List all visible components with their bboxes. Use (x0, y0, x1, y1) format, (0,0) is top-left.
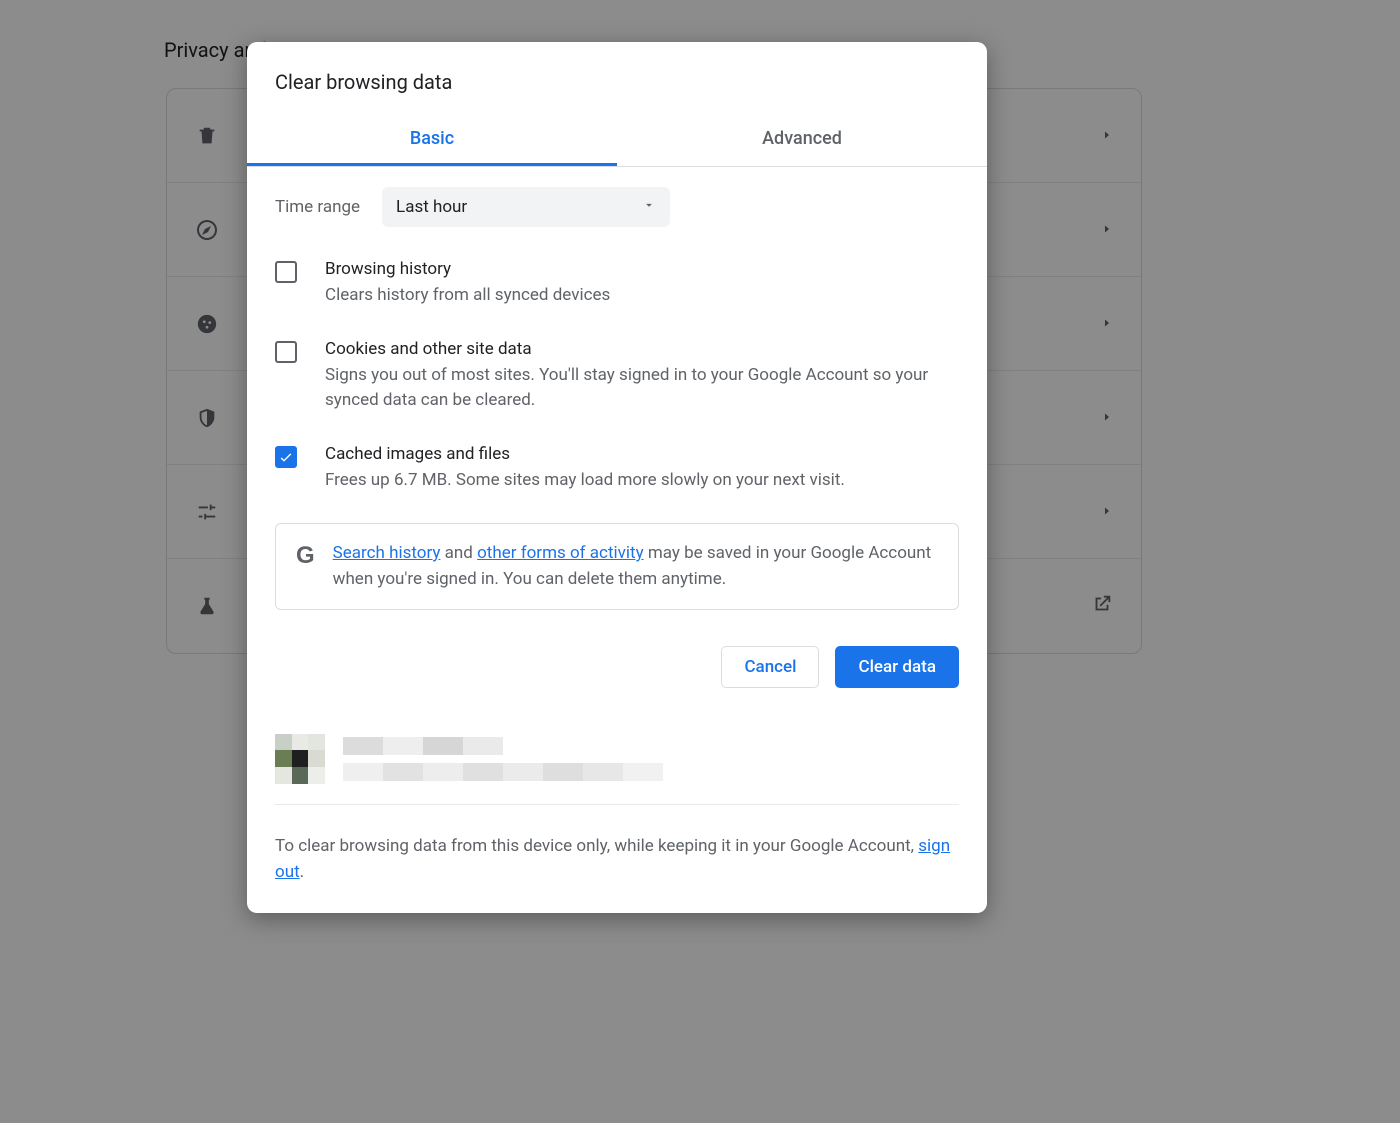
account-avatar-redacted (275, 734, 325, 784)
checkbox-cached[interactable] (275, 446, 297, 468)
option-browsing-history: Browsing history Clears history from all… (275, 259, 959, 309)
other-activity-link[interactable]: other forms of activity (477, 543, 644, 563)
dialog-content: Time range Last hour Browsing history Cl… (247, 167, 987, 712)
clear-browsing-data-dialog: Clear browsing data Basic Advanced Time … (247, 42, 987, 913)
option-cached: Cached images and files Frees up 6.7 MB.… (275, 444, 959, 494)
time-range-row: Time range Last hour (275, 187, 959, 227)
option-title: Cached images and files (325, 444, 845, 464)
account-name-redacted (343, 737, 663, 781)
time-range-value: Last hour (396, 197, 467, 217)
option-desc: Frees up 6.7 MB. Some sites may load mor… (325, 468, 845, 494)
tab-advanced[interactable]: Advanced (617, 114, 987, 166)
option-title: Cookies and other site data (325, 339, 959, 359)
option-title: Browsing history (325, 259, 610, 279)
dialog-title: Clear browsing data (247, 42, 987, 94)
signout-hint: To clear browsing data from this device … (247, 813, 987, 914)
search-history-link[interactable]: Search history (333, 543, 441, 563)
info-text: Search history and other forms of activi… (333, 540, 938, 593)
time-range-select[interactable]: Last hour (382, 187, 670, 227)
dialog-tabs: Basic Advanced (247, 114, 987, 167)
tab-basic[interactable]: Basic (247, 114, 617, 166)
dialog-buttons: Cancel Clear data (275, 646, 959, 688)
checkbox-browsing-history[interactable] (275, 261, 297, 283)
clear-data-button[interactable]: Clear data (835, 646, 959, 688)
option-desc: Signs you out of most sites. You'll stay… (325, 363, 959, 414)
checkbox-cookies[interactable] (275, 341, 297, 363)
option-cookies: Cookies and other site data Signs you ou… (275, 339, 959, 414)
google-g-icon: G (296, 542, 315, 570)
account-row (275, 734, 959, 805)
account-section (247, 712, 987, 813)
cancel-button[interactable]: Cancel (721, 646, 819, 688)
option-desc: Clears history from all synced devices (325, 283, 610, 309)
google-account-info: G Search history and other forms of acti… (275, 523, 959, 610)
chevron-down-icon (642, 197, 656, 217)
time-range-label: Time range (275, 197, 360, 217)
